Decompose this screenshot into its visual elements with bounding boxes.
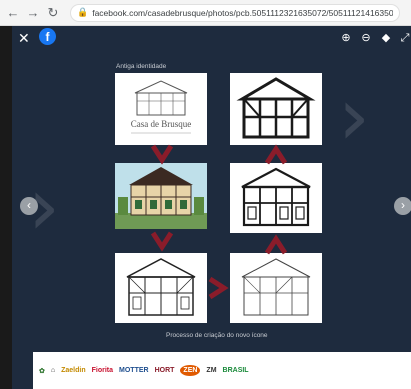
page-backdrop [0, 26, 12, 389]
sponsor-logo: ZM [206, 367, 217, 374]
next-photo-button[interactable]: › [394, 197, 411, 215]
sponsor-logo: ⌂ [50, 367, 56, 374]
caption-old-identity: Antiga identidade [116, 63, 167, 70]
sketch-house-illustration [126, 258, 196, 316]
sponsor-strip: ✿ ⌂ Zaeldin Fiorita MOTTER HORT ZEN ZM B… [33, 352, 411, 389]
lock-icon: 🔒 [77, 7, 89, 17]
color-house-illustration [115, 167, 207, 229]
arrow-up-1 [264, 234, 288, 255]
reload-icon[interactable]: ↻ [46, 5, 60, 20]
old-logo-illustration: Casa de Brusque [131, 80, 192, 134]
fullscreen-icon[interactable]: ⤢ [398, 31, 411, 45]
sponsor-logo: Zaeldin [61, 367, 86, 374]
tag-icon[interactable]: ◆ [379, 31, 393, 45]
sponsor-logo: Fiorita [91, 367, 114, 374]
arrow-down-1 [150, 144, 174, 165]
back-icon[interactable]: ← [6, 5, 20, 20]
old-logo-card: Casa de Brusque [115, 73, 207, 145]
arrow-up-2 [264, 144, 288, 165]
facebook-logo-icon[interactable]: f [39, 28, 56, 45]
forward-icon[interactable]: → [26, 5, 40, 20]
thin-sketch-illustration [241, 258, 311, 316]
sponsor-logo: MOTTER [119, 367, 149, 374]
sketch-house-card [115, 253, 207, 323]
sponsor-logo: ✿ [39, 367, 45, 375]
zoom-in-icon[interactable]: ⊕ [339, 31, 353, 45]
background-chevron-right: › [338, 70, 370, 163]
sponsor-logo: ZEN [180, 365, 201, 376]
previous-photo-button[interactable]: ‹ [20, 197, 38, 215]
sponsor-logo: BRASIL [222, 367, 249, 374]
arrow-down-2 [150, 231, 174, 252]
address-bar[interactable]: 🔒 facebook.com/casadebrusque/photos/pcb.… [70, 3, 400, 22]
bold-sketch-card [230, 163, 322, 233]
caption-process: Processo de criação do novo ícone [166, 332, 268, 339]
browser-toolbar: ← → ↻ 🔒 facebook.com/casadebrusque/photo… [0, 0, 411, 26]
bold-sketch-illustration [241, 167, 311, 227]
zoom-out-icon[interactable]: ⊖ [359, 31, 373, 45]
thin-sketch-card [230, 253, 322, 323]
url-text: facebook.com/casadebrusque/photos/pcb.50… [92, 7, 393, 18]
color-house-card [115, 163, 207, 229]
sponsor-logo: HORT [154, 367, 175, 374]
old-logo-text: Casa de Brusque [131, 119, 192, 129]
final-icon-card [230, 73, 322, 145]
arrow-right [208, 276, 229, 300]
final-icon-illustration [236, 77, 316, 139]
close-icon[interactable]: ✕ [18, 30, 30, 47]
